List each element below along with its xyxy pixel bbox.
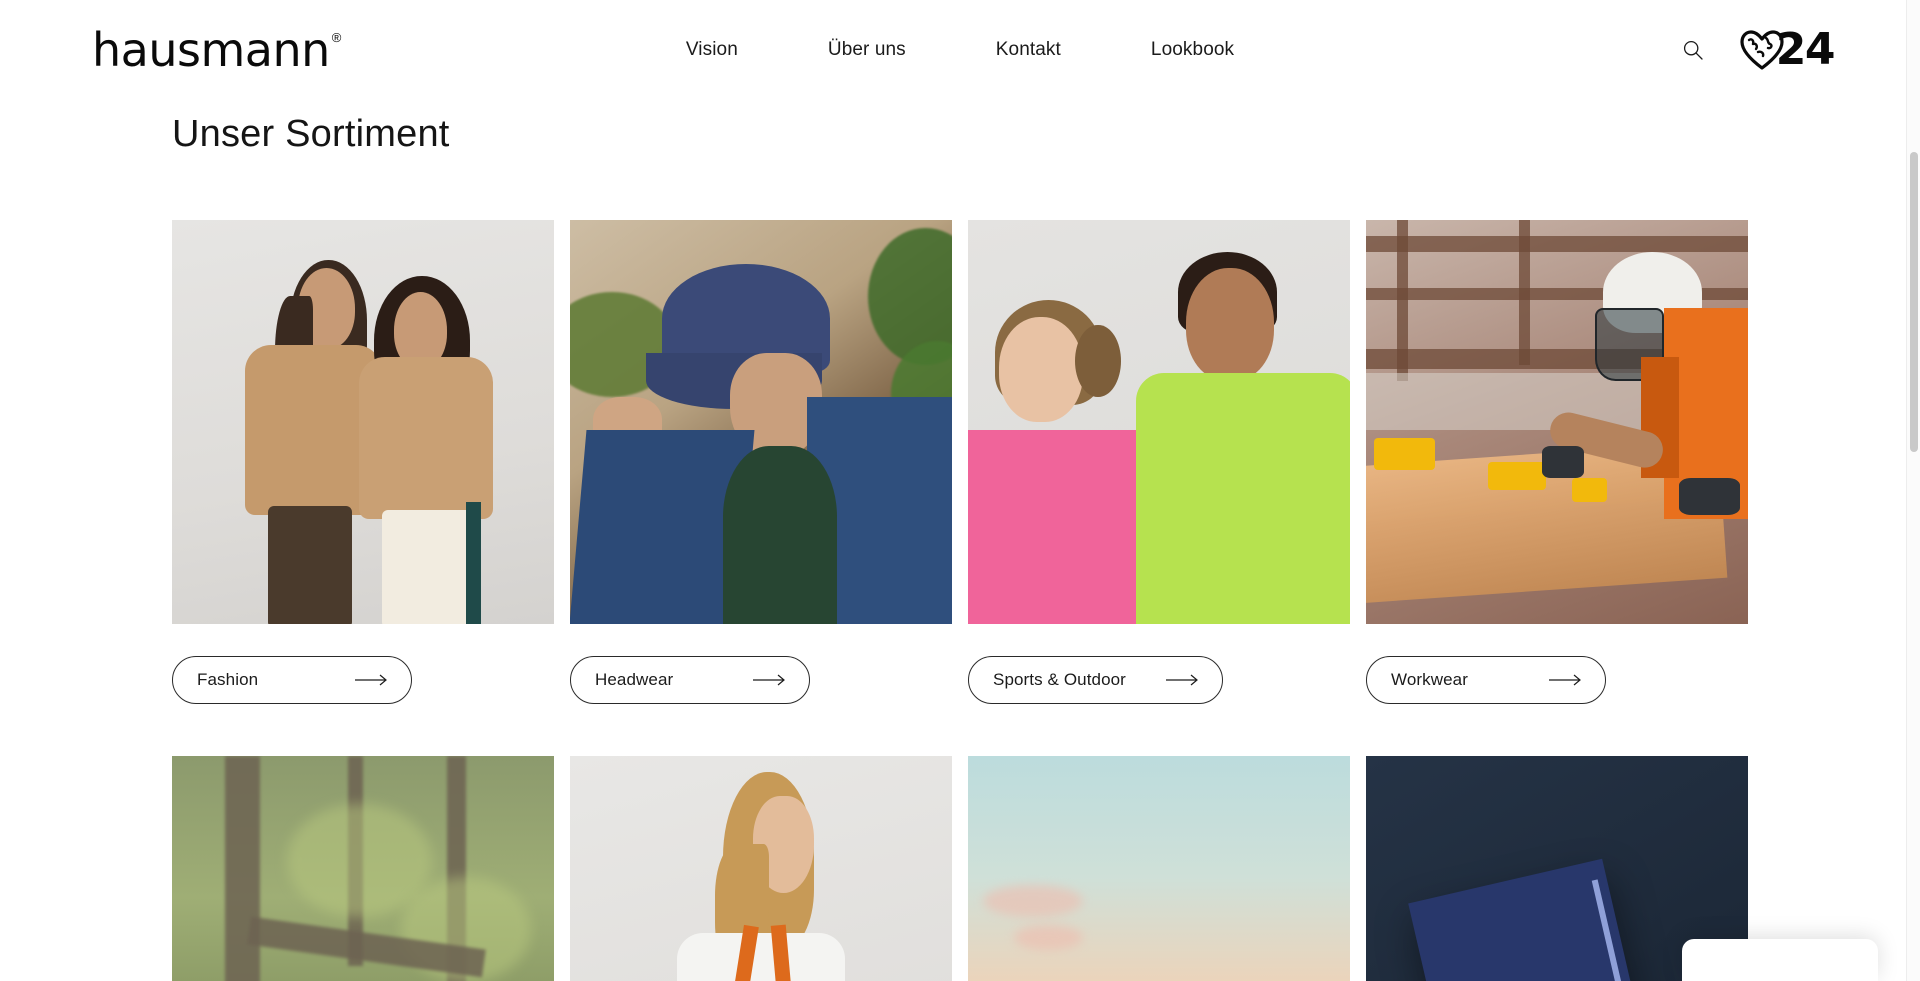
category-card-fashion[interactable]: Fashion bbox=[172, 219, 554, 704]
sports-photo bbox=[968, 219, 1350, 624]
category-button-fashion[interactable]: Fashion bbox=[172, 655, 412, 704]
partner-badge[interactable]: 24 bbox=[1740, 24, 1836, 76]
workwear-photo bbox=[1366, 219, 1748, 624]
fashion-photo bbox=[172, 219, 554, 624]
category-card-row2-2[interactable] bbox=[570, 755, 952, 981]
page-content: Unser Sortiment Fashion Headwear Sports … bbox=[0, 112, 1920, 981]
nav-item-kontakt[interactable]: Kontakt bbox=[996, 39, 1061, 61]
category-button-headwear[interactable]: Headwear bbox=[570, 655, 810, 704]
search-button[interactable] bbox=[1682, 39, 1704, 61]
category-card-row2-1[interactable] bbox=[172, 755, 554, 981]
nav-item-lookbook[interactable]: Lookbook bbox=[1151, 39, 1234, 61]
arrow-right-icon bbox=[1549, 674, 1583, 686]
page-title: Unser Sortiment bbox=[172, 113, 450, 155]
registered-trademark-icon: ® bbox=[331, 30, 342, 45]
category-label-fashion: Fashion bbox=[197, 669, 259, 689]
category-button-workwear[interactable]: Workwear bbox=[1366, 655, 1606, 704]
brand-logo[interactable]: hausmann ® bbox=[92, 27, 341, 73]
category-card-headwear[interactable]: Headwear bbox=[570, 219, 952, 704]
search-icon bbox=[1682, 39, 1704, 61]
arrow-right-icon bbox=[355, 674, 389, 686]
water-bottle-photo bbox=[968, 755, 1350, 981]
category-label-headwear: Headwear bbox=[595, 669, 674, 689]
category-image-fashion bbox=[172, 219, 554, 624]
header-actions: 24 bbox=[1682, 24, 1836, 76]
category-image-row2-1 bbox=[172, 755, 554, 981]
floating-widget[interactable] bbox=[1682, 939, 1878, 981]
category-image-workwear bbox=[1366, 219, 1748, 624]
arrow-right-icon bbox=[1165, 674, 1200, 686]
partner-badge-number: 24 bbox=[1775, 24, 1836, 76]
category-card-sports-outdoor[interactable]: Sports & Outdoor bbox=[968, 219, 1350, 704]
category-image-row2-2 bbox=[570, 755, 952, 981]
arrow-right-icon bbox=[753, 674, 787, 686]
category-image-sports-outdoor bbox=[968, 219, 1350, 624]
category-grid: Fashion Headwear Sports & Outdoor Workwe… bbox=[172, 219, 1828, 704]
tote-bag-photo bbox=[570, 755, 952, 981]
nav-item-ueber-uns[interactable]: Über uns bbox=[828, 39, 906, 61]
category-label-workwear: Workwear bbox=[1391, 669, 1469, 689]
page-scrollbar[interactable] bbox=[1906, 0, 1920, 981]
category-image-row2-3 bbox=[968, 755, 1350, 981]
brand-wordmark: hausmann bbox=[92, 23, 330, 77]
category-card-row2-3[interactable] bbox=[968, 755, 1350, 981]
category-image-headwear bbox=[570, 219, 952, 624]
nav-item-vision[interactable]: Vision bbox=[686, 39, 738, 61]
scrollbar-thumb[interactable] bbox=[1910, 152, 1918, 452]
category-grid-row-2 bbox=[172, 755, 1828, 981]
category-label-sports-outdoor: Sports & Outdoor bbox=[993, 669, 1126, 689]
category-card-workwear[interactable]: Workwear bbox=[1366, 219, 1748, 704]
category-button-sports-outdoor[interactable]: Sports & Outdoor bbox=[968, 655, 1223, 704]
site-header: hausmann ® Vision Über uns Kontakt Lookb… bbox=[0, 0, 1920, 100]
headwear-photo bbox=[570, 219, 952, 624]
forest-blanket-photo bbox=[172, 755, 554, 981]
